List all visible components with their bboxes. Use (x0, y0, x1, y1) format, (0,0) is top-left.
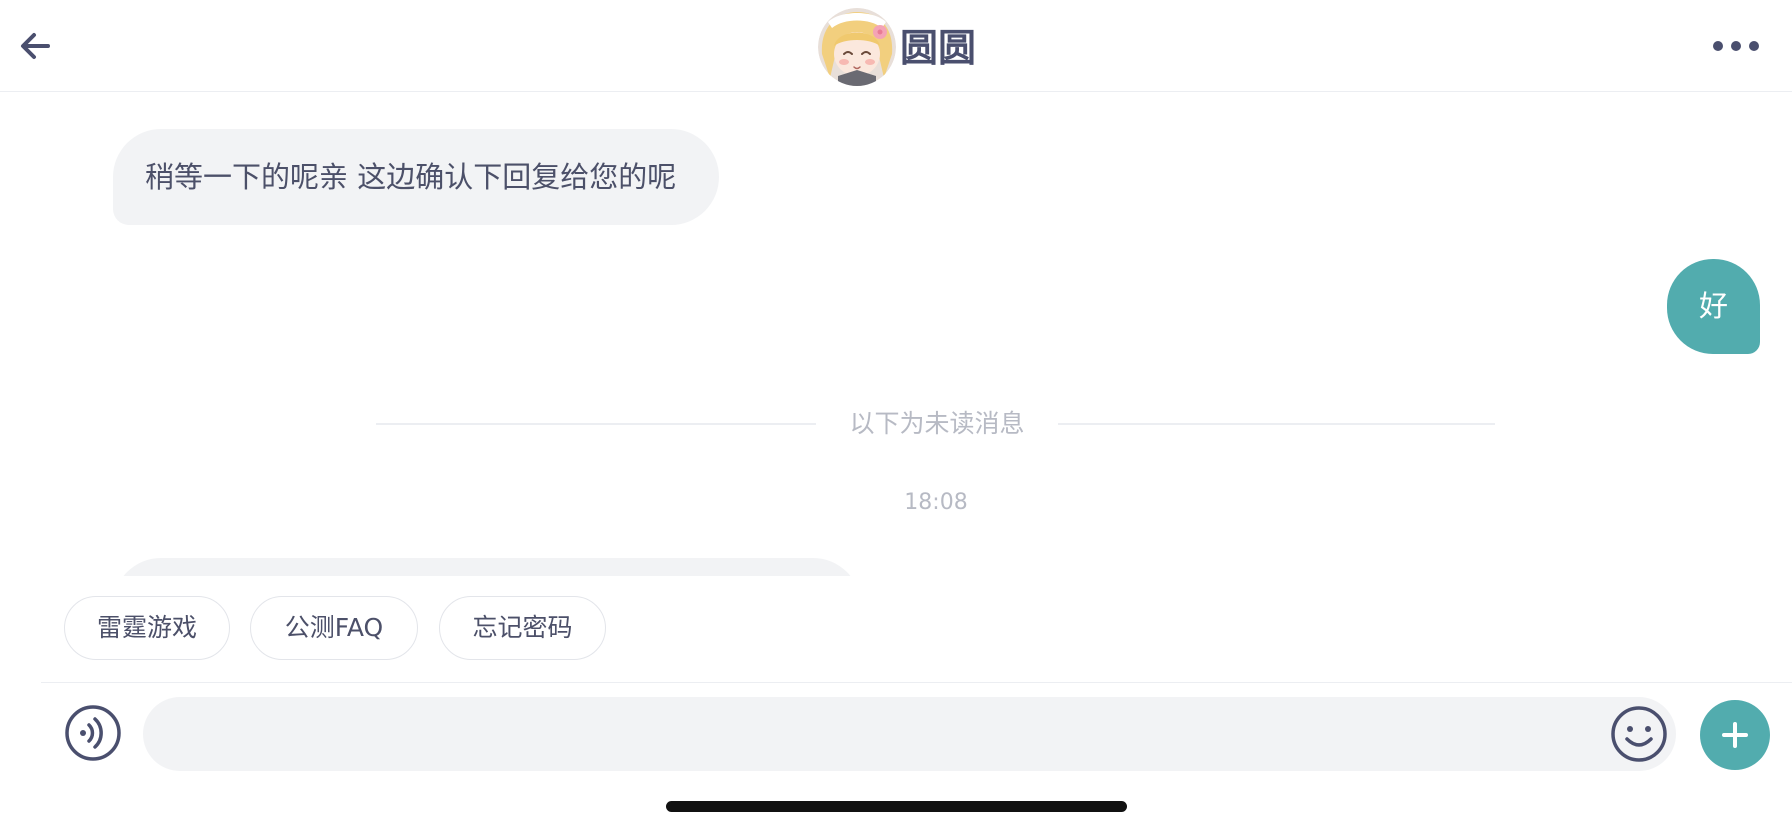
unread-divider-label: 以下为未读消息 (849, 409, 1025, 438)
more-horizontal-icon (1713, 41, 1759, 51)
home-indicator[interactable] (666, 801, 1127, 812)
plus-icon (1722, 722, 1748, 748)
incoming-message-bubble-partial[interactable] (113, 558, 861, 576)
more-actions-button[interactable] (1700, 700, 1770, 770)
contact-name: 圆圆 (900, 26, 977, 70)
unread-divider-line-right (1058, 423, 1495, 425)
voice-icon (65, 705, 121, 761)
more-options-button[interactable] (1708, 34, 1764, 58)
message-input[interactable] (143, 697, 1676, 771)
input-divider (41, 682, 1792, 683)
back-button[interactable] (14, 24, 58, 68)
quick-reply-chip[interactable]: 忘记密码 (439, 596, 606, 660)
unread-divider-line-left (376, 423, 816, 425)
contact-avatar[interactable] (818, 8, 896, 86)
emoji-button[interactable] (1610, 705, 1668, 763)
quick-reply-bar: 雷霆游戏 公测FAQ 忘记密码 (0, 596, 1792, 662)
chat-header: 圆圆 (0, 0, 1792, 92)
quick-reply-chip[interactable]: 雷霆游戏 (64, 596, 230, 660)
incoming-message-bubble[interactable]: 稍等一下的呢亲 这边确认下回复给您的呢 (113, 129, 719, 225)
voice-input-button[interactable] (64, 704, 122, 762)
outgoing-message-bubble[interactable]: 好 (1667, 259, 1760, 354)
message-list[interactable]: 稍等一下的呢亲 这边确认下回复给您的呢 好 以下为未读消息 18:08 (0, 92, 1792, 576)
emoji-icon (1611, 706, 1667, 762)
message-timestamp: 18:08 (904, 490, 968, 515)
quick-reply-chip[interactable]: 公测FAQ (250, 596, 418, 660)
arrow-left-icon (21, 33, 50, 59)
anime-girl-avatar-image (818, 8, 896, 86)
